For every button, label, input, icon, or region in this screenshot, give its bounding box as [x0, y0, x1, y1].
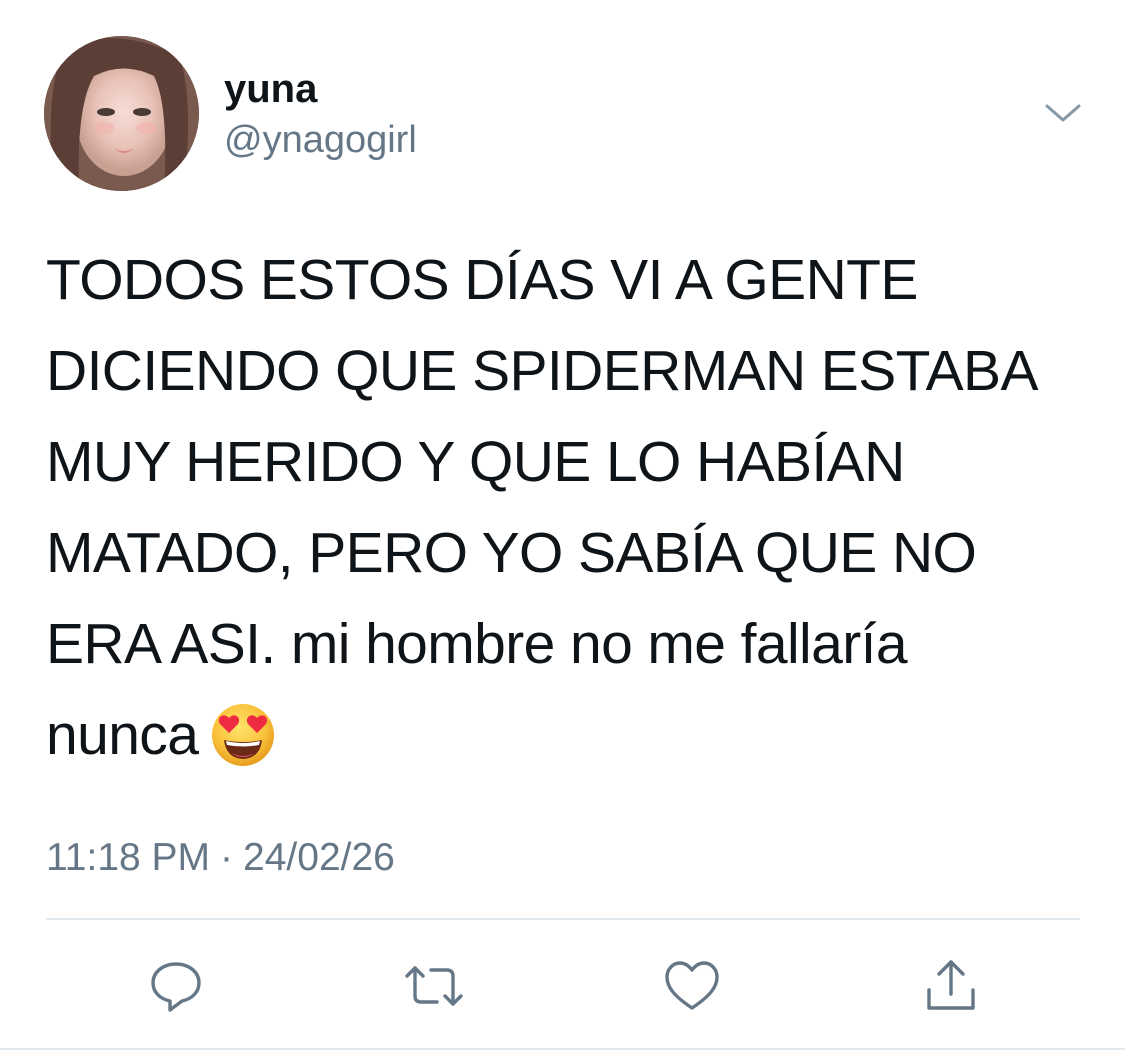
tweet-line: ERA ASI. mi hombre no me fallaría: [46, 612, 908, 676]
divider: [46, 918, 1080, 920]
user-handle[interactable]: @ynagogirl: [224, 118, 417, 162]
tweet-line: MUY HERIDO Y QUE LO HABÍAN: [46, 430, 905, 494]
share-icon[interactable]: [921, 956, 981, 1016]
tweet-date: 24/02/26: [243, 836, 395, 879]
heart-icon[interactable]: [662, 956, 722, 1016]
bottom-divider: [0, 1048, 1125, 1050]
heart-eyes-emoji-icon: [210, 702, 276, 768]
tweet-line-last: nunca: [46, 690, 1086, 781]
profile-photo-icon: [44, 36, 199, 191]
chevron-down-icon[interactable]: [1041, 96, 1085, 128]
tweet-time: 11:18 PM: [46, 836, 211, 879]
tweet-timestamp[interactable]: 11:18 PM · 24/02/26: [46, 834, 395, 882]
reply-icon[interactable]: [146, 956, 206, 1016]
tweet-line: TODOS ESTOS DÍAS VI A GENTE: [46, 248, 918, 312]
timestamp-separator: ·: [220, 836, 234, 879]
tweet-line: MATADO, PERO YO SABÍA QUE NO: [46, 521, 977, 585]
tweet-line: DICIENDO QUE SPIDERMAN ESTABA: [46, 339, 1038, 403]
retweet-icon[interactable]: [401, 956, 463, 1016]
tweet-text: TODOS ESTOS DÍAS VI A GENTE DICIENDO QUE…: [46, 235, 1086, 781]
display-name[interactable]: yuna: [224, 66, 317, 112]
avatar[interactable]: [44, 36, 199, 191]
tweet-line-text: nunca: [46, 703, 199, 767]
